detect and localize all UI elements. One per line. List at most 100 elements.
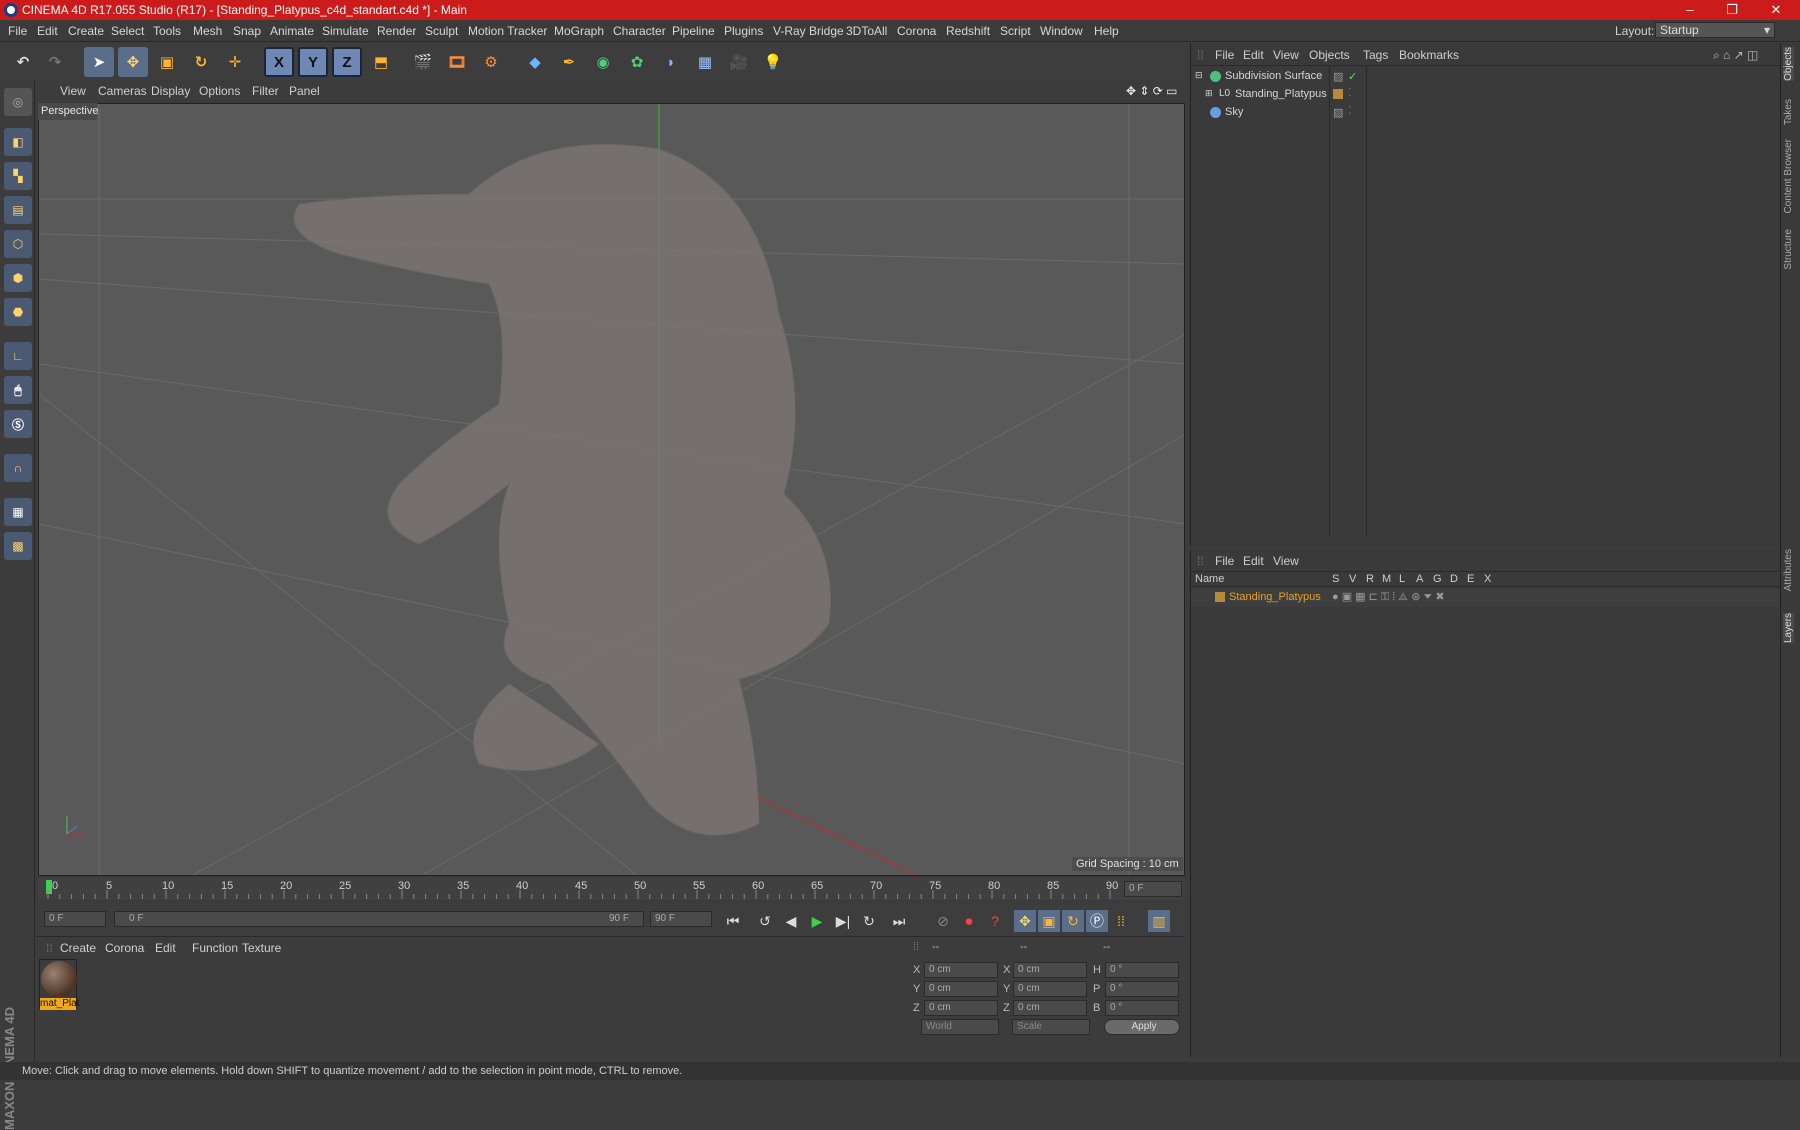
spline-pen-icon[interactable]: ✒ [554,47,584,77]
snapping-magnet-icon[interactable]: ∩ [4,454,32,482]
object-manager-search-icon[interactable]: ⌕ ⌂ ↗ ◫ [1713,48,1758,63]
rot-p-field[interactable]: 0 ° [1105,981,1179,997]
menu-render[interactable]: Render [377,24,416,38]
axis-mode-icon[interactable]: ∟ [4,342,32,370]
coordinate-system-icon[interactable]: ⬒ [366,47,396,77]
y-axis-lock-button[interactable]: Y [298,47,328,77]
size-z-field[interactable]: 0 cm [1013,1000,1087,1016]
live-selection-icon[interactable]: ➤ [84,47,114,77]
column-solo[interactable]: S [1332,573,1339,585]
visibility-toggle-icon[interactable]: ▨ [1333,70,1343,83]
visibility-toggle-icon[interactable]: ▨ [1333,106,1343,119]
make-editable-icon[interactable]: ◎ [4,88,32,116]
enabled-check-icon[interactable]: ✓ [1348,70,1357,83]
menu-mesh[interactable]: Mesh [193,24,222,38]
auto-keying-icon[interactable]: ⏺ [958,910,980,932]
go-to-start-icon[interactable]: ⏮ [722,910,744,932]
size-x-field[interactable]: 0 cm [1013,962,1087,978]
close-button[interactable]: ✕ [1756,0,1796,20]
rotate-tool-icon[interactable]: ↻ [186,47,216,77]
menu-pipeline[interactable]: Pipeline [672,24,715,38]
menu-corona[interactable]: Corona [897,24,936,38]
redo-icon[interactable]: ↷ [40,47,70,77]
points-mode-icon[interactable]: ⬡ [4,230,32,258]
viewport-menu-options[interactable]: Options [199,84,240,98]
object-row-platypus[interactable]: ⊞ L0 Standing_Platypus ⁚ [1191,86,1781,104]
tab-content-browser[interactable]: Content Browser [1783,139,1794,213]
frame-range-slider[interactable]: 0 F 90 F [114,911,644,927]
material-menu-corona[interactable]: Corona [105,941,144,955]
subdivision-surface-icon[interactable]: ◉ [588,47,618,77]
menu-simulate[interactable]: Simulate [322,24,369,38]
object-row-sky[interactable]: Sky ▨ ⁚ [1191,104,1781,122]
current-frame-field[interactable]: 0 F [1124,881,1182,897]
viewport-menu-display[interactable]: Display [151,84,190,98]
locked-workplane-icon[interactable]: ▩ [4,532,32,560]
floor-object-icon[interactable]: ▦ [690,47,720,77]
x-axis-lock-button[interactable]: X [264,47,294,77]
column-view[interactable]: V [1349,573,1356,585]
tab-layers[interactable]: Layers [1783,613,1794,644]
end-frame-field[interactable]: 90 F [650,911,712,927]
menu-mograph[interactable]: MoGraph [554,24,604,38]
column-expressions[interactable]: E [1467,573,1474,585]
scale-key-icon[interactable]: ▣ [1038,910,1060,932]
panel-grip-icon[interactable]: ⁞⁞ [46,941,53,955]
menu-tools[interactable]: Tools [153,24,181,38]
render-picture-viewer-icon[interactable]: 🎞 [442,47,472,77]
visibility-dots-icon[interactable]: ⁚ [1348,104,1352,117]
pos-z-field[interactable]: 0 cm [924,1000,998,1016]
column-generators[interactable]: G [1433,573,1442,585]
expand-toggle-icon[interactable]: ⊞ [1205,88,1213,99]
render-view-icon[interactable]: 🎬 [408,47,438,77]
material-swatch[interactable]: mat_Plat [39,959,79,1010]
material-menu-texture[interactable]: Texture [242,941,281,955]
solo-mode-icon[interactable]: Ⓢ [4,410,32,438]
menu-script[interactable]: Script [1000,24,1031,38]
material-menu-edit[interactable]: Edit [155,941,176,955]
layer-menu-edit[interactable]: Edit [1243,554,1264,568]
menu-vray-bridge[interactable]: V-Ray Bridge [773,24,844,38]
menu-window[interactable]: Window [1040,24,1083,38]
menu-redshift[interactable]: Redshift [946,24,990,38]
column-render[interactable]: R [1366,573,1374,585]
layer-menu-file[interactable]: File [1215,554,1234,568]
previous-frame-icon[interactable]: ◀ [780,910,802,932]
layer-toggle-icons[interactable]: ● ▣ ▦ ⊏ ⚿ ⁞ ⟁ ⊛ ⏷ ✖ [1332,590,1445,604]
tab-structure[interactable]: Structure [1783,229,1794,270]
size-mode-dropdown[interactable]: Scale [1012,1019,1090,1035]
start-frame-field[interactable]: 0 F [44,911,106,927]
transform-tool-icon[interactable]: ✛ [220,47,250,77]
column-animation[interactable]: A [1416,573,1423,585]
menu-help[interactable]: Help [1094,24,1119,38]
material-menu-function[interactable]: Function [192,941,238,955]
pos-y-field[interactable]: 0 cm [924,981,998,997]
column-xrefs[interactable]: X [1484,573,1491,585]
scale-tool-icon[interactable]: ▣ [152,47,182,77]
position-key-icon[interactable]: ✥ [1014,910,1036,932]
camera-icon[interactable]: 🎥 [724,47,754,77]
move-tool-icon[interactable]: ✥ [118,47,148,77]
object-menu-view[interactable]: View [1273,48,1299,62]
object-menu-objects[interactable]: Objects [1309,48,1350,62]
viewport-menu-cameras[interactable]: Cameras [98,84,147,98]
apply-button[interactable]: Apply [1104,1019,1180,1035]
column-deformers[interactable]: D [1450,573,1458,585]
play-icon[interactable]: ▶ [806,910,828,932]
panel-grip-icon[interactable]: ⁞⁞ [1197,554,1204,568]
menu-sculpt[interactable]: Sculpt [425,24,458,38]
point-level-animation-icon[interactable]: ⁞⁞ [1110,910,1132,932]
menu-file[interactable]: File [8,24,27,38]
object-menu-edit[interactable]: Edit [1243,48,1264,62]
edges-mode-icon[interactable]: ⬢ [4,264,32,292]
viewport-menu-view[interactable]: View [60,84,86,98]
object-menu-tags[interactable]: Tags [1363,48,1388,62]
object-menu-file[interactable]: File [1215,48,1234,62]
keyframe-selection-icon[interactable]: ? [984,910,1006,932]
viewport-menu-filter[interactable]: Filter [252,84,279,98]
tab-attributes[interactable]: Attributes [1783,549,1794,591]
mograph-cloner-icon[interactable]: ✿ [622,47,652,77]
minimize-button[interactable]: – [1670,0,1710,20]
polygons-mode-icon[interactable]: ⬣ [4,298,32,326]
panel-grip-icon[interactable]: ⁞⁞ [913,941,919,953]
